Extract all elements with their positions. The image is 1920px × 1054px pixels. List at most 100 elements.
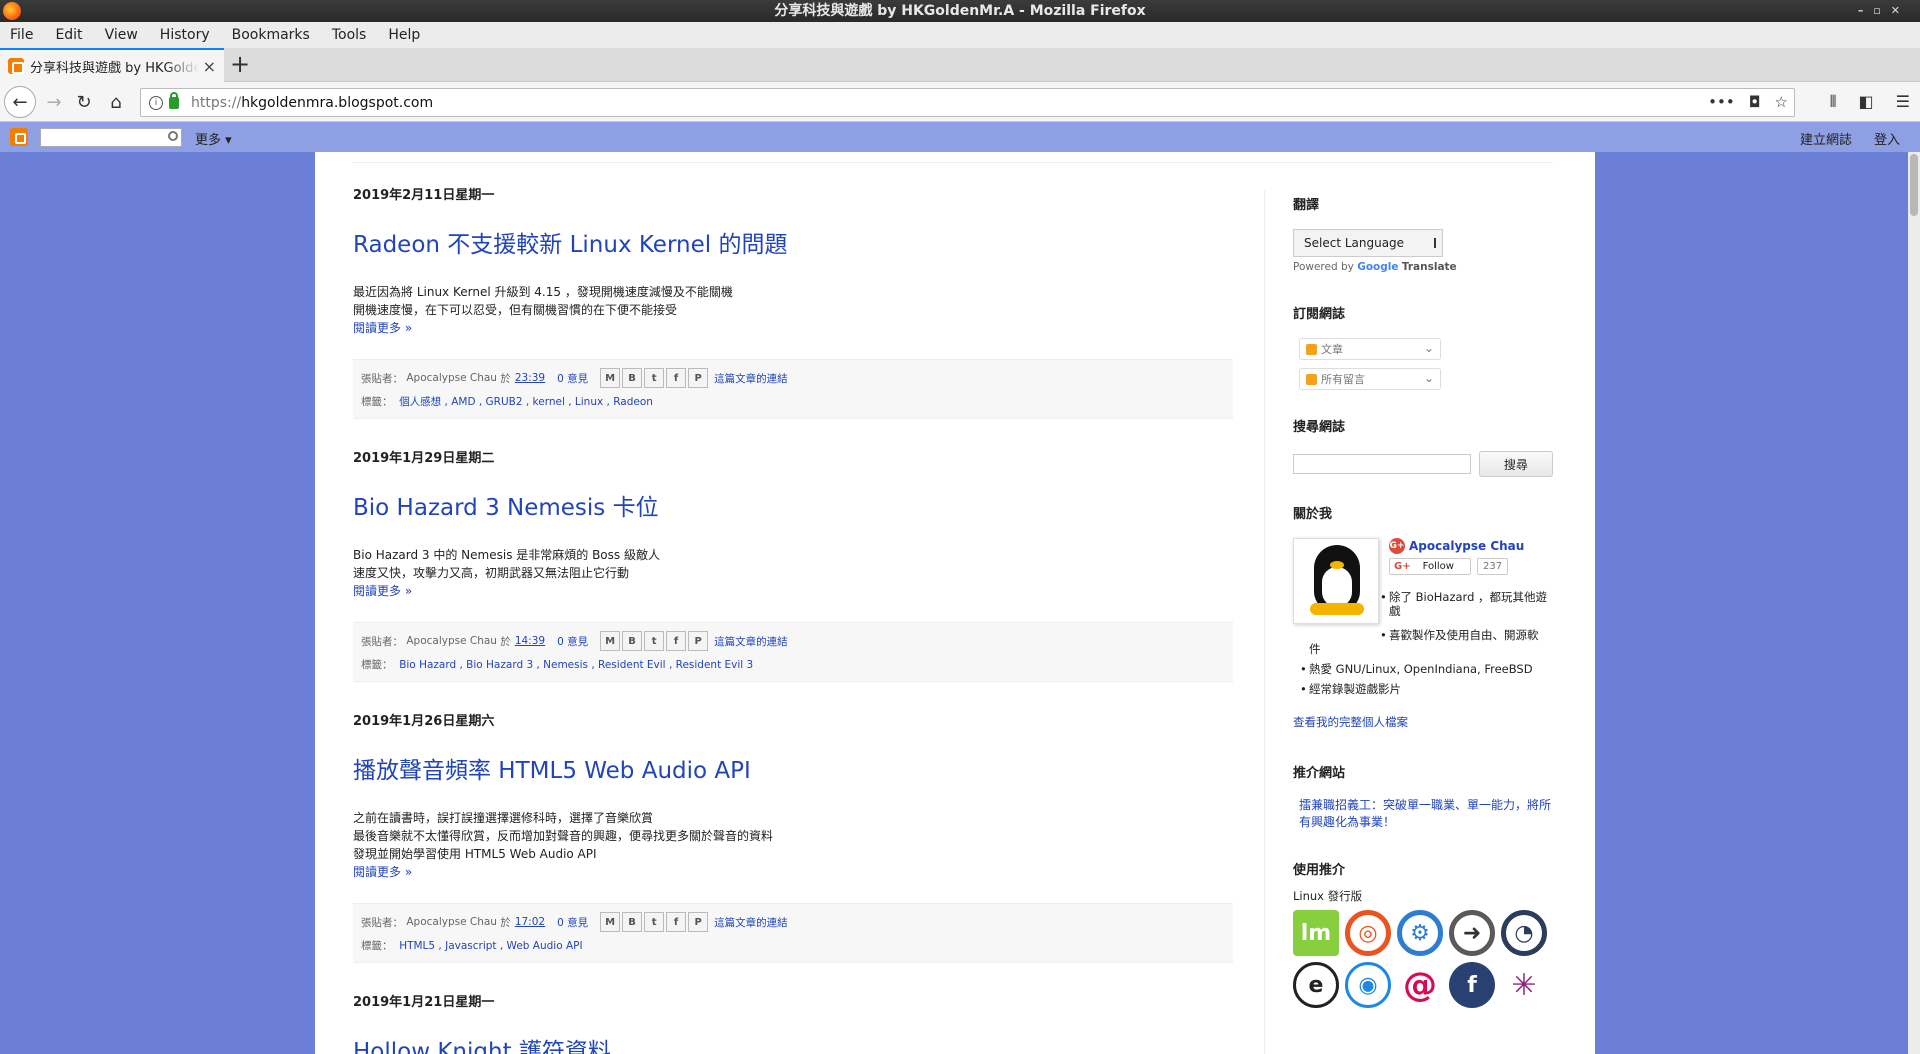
widget-title: 翻譯 — [1293, 198, 1320, 213]
post-time-link[interactable]: 23:39 — [515, 372, 545, 384]
menu-file[interactable]: File — [10, 27, 33, 43]
sidebar-icon[interactable]: ◧ — [1859, 92, 1874, 112]
comments-feed-dropdown[interactable]: 所有留言 ⌄ — [1299, 368, 1441, 390]
full-profile-link[interactable]: 查看我的完整個人檔案 — [1293, 714, 1408, 730]
kubuntu-icon[interactable]: ⚙ — [1397, 910, 1443, 956]
pinterest-share-icon[interactable]: P — [688, 368, 709, 388]
blog-this-icon[interactable]: B — [622, 368, 643, 388]
blog-search-input[interactable] — [1293, 454, 1471, 474]
comments-link[interactable]: 0 意見 — [557, 915, 588, 930]
hamburger-menu-icon[interactable]: ☰ — [1896, 92, 1910, 112]
blogger-logo-icon[interactable] — [10, 128, 28, 146]
email-share-icon[interactable]: M — [600, 631, 621, 651]
linux-mint-icon[interactable]: lm — [1293, 910, 1339, 956]
permalink[interactable]: 這篇文章的連結 — [714, 915, 788, 930]
lock-icon[interactable] — [169, 91, 179, 109]
comments-link[interactable]: 0 意見 — [557, 634, 588, 649]
distro-icons: lm ◎ ⚙ ➜ ◔ e ◉ @ f ✳ — [1293, 910, 1553, 1008]
post-title-link[interactable]: 播放聲音頻率 HTML5 Web Audio API — [353, 751, 1233, 785]
post-title-link[interactable]: Hollow Knight 護符資料 — [353, 1032, 1233, 1054]
twitter-share-icon[interactable]: t — [644, 368, 665, 388]
search-icon[interactable] — [168, 131, 178, 141]
site-info-icon[interactable]: i — [149, 95, 163, 110]
blogger-search-input[interactable] — [40, 128, 182, 147]
menu-tools[interactable]: Tools — [332, 27, 367, 43]
post-title-link[interactable]: Bio Hazard 3 Nemesis 卡位 — [353, 488, 1233, 522]
page-scrollbar[interactable] — [1908, 152, 1920, 1054]
recommend-link[interactable]: 擂兼職招義工：突破單一職業、單一能力，將所有興趣化為事業！ — [1293, 797, 1553, 831]
blog-this-icon[interactable]: B — [622, 912, 643, 932]
post-time-link[interactable]: 17:02 — [515, 916, 545, 928]
read-more-link[interactable]: 閱讀更多 » — [353, 319, 1233, 337]
post-title-link[interactable]: Radeon 不支援較新 Linux Kernel 的問題 — [353, 225, 1233, 259]
page-actions-icon[interactable]: ••• — [1708, 93, 1735, 111]
library-icon[interactable]: ⫴ — [1830, 92, 1837, 112]
post-labels[interactable]: HTML5 , Javascript , Web Audio API — [399, 940, 582, 952]
create-blog-link[interactable]: 建立網誌 — [1800, 129, 1852, 148]
about-item: 除了 BioHazard ，都玩其他遊戲 — [1380, 590, 1553, 618]
post: 2019年1月29日星期二 Bio Hazard 3 Nemesis 卡位 Bi… — [353, 445, 1233, 682]
email-share-icon[interactable]: M — [600, 912, 621, 932]
menu-help[interactable]: Help — [388, 27, 420, 43]
tab-close-icon[interactable]: × — [203, 57, 216, 76]
window-controls[interactable]: –▫✕ — [1858, 0, 1910, 22]
more-menu[interactable]: 更多 ▾ — [195, 129, 232, 148]
menu-bookmarks[interactable]: Bookmarks — [232, 27, 310, 43]
minimize-icon[interactable]: – — [1858, 4, 1874, 17]
search-button[interactable]: 搜尋 — [1478, 451, 1553, 477]
menu-history[interactable]: History — [160, 27, 210, 43]
reload-icon[interactable]: ↻ — [70, 88, 98, 116]
chevron-down-icon[interactable]: ⌄ — [1424, 341, 1434, 355]
permalink[interactable]: 這篇文章的連結 — [714, 634, 788, 649]
new-tab-icon[interactable]: + — [230, 50, 250, 78]
debian-icon[interactable]: @ — [1397, 962, 1443, 1008]
post-time-link[interactable]: 14:39 — [515, 635, 545, 647]
posts-feed-dropdown[interactable]: 文章 ⌄ — [1299, 338, 1441, 360]
about-widget: 關於我 G+ Apocalypse Chau G+ Follow 237 • 除… — [1293, 503, 1553, 738]
google-logo[interactable]: Google — [1357, 261, 1398, 273]
centos-icon[interactable]: ✳ — [1501, 962, 1547, 1008]
menu-edit[interactable]: Edit — [55, 27, 82, 43]
read-more-link[interactable]: 閱讀更多 » — [353, 582, 1233, 600]
scrollbar-thumb[interactable] — [1910, 154, 1918, 216]
ubuntu-mate-icon[interactable]: ◔ — [1501, 910, 1547, 956]
forward-arrow-icon[interactable]: → — [40, 88, 68, 116]
blog-this-icon[interactable]: B — [622, 631, 643, 651]
follow-button[interactable]: G+ Follow — [1389, 558, 1471, 575]
comments-link[interactable]: 0 意見 — [557, 371, 588, 386]
ubuntu-server-icon[interactable]: ➜ — [1449, 910, 1495, 956]
elementary-os-icon[interactable]: e — [1293, 962, 1339, 1008]
pocket-icon[interactable]: ◘ — [1749, 93, 1761, 111]
url-bar[interactable]: i https://hkgoldenmra.blogspot.com ••• ◘… — [140, 88, 1795, 117]
login-link[interactable]: 登入 — [1874, 129, 1900, 148]
tab-active[interactable]: 分享科技與遊戲 by HKGoldenMr.A × — [0, 48, 224, 82]
close-icon[interactable]: ✕ — [1891, 4, 1910, 17]
pinterest-share-icon[interactable]: P — [688, 912, 709, 932]
post-date: 2019年1月29日星期二 — [353, 451, 495, 466]
fedora-icon[interactable]: f — [1449, 962, 1495, 1008]
post-labels[interactable]: Bio Hazard , Bio Hazard 3 , Nemesis , Re… — [399, 659, 753, 671]
home-icon[interactable]: ⌂ — [102, 88, 130, 116]
twitter-share-icon[interactable]: t — [644, 912, 665, 932]
ubuntu-icon[interactable]: ◎ — [1345, 910, 1391, 956]
email-share-icon[interactable]: M — [600, 368, 621, 388]
post-labels[interactable]: 個人感想 , AMD , GRUB2 , kernel , Linux , Ra… — [399, 396, 653, 408]
read-more-link[interactable]: 閱讀更多 » — [353, 863, 1233, 881]
opensuse-icon[interactable]: ◉ — [1345, 962, 1391, 1008]
maximize-icon[interactable]: ▫ — [1873, 4, 1890, 17]
profile-name-link[interactable]: Apocalypse Chau — [1409, 539, 1524, 553]
profile-name[interactable]: G+ Apocalypse Chau — [1389, 538, 1524, 554]
feed-label: 文章 — [1321, 343, 1343, 356]
twitter-share-icon[interactable]: t — [644, 631, 665, 651]
pinterest-share-icon[interactable]: P — [688, 631, 709, 651]
permalink[interactable]: 這篇文章的連結 — [714, 371, 788, 386]
chevron-down-icon[interactable]: ⌄ — [1424, 371, 1434, 385]
facebook-share-icon[interactable]: f — [666, 631, 687, 651]
facebook-share-icon[interactable]: f — [666, 912, 687, 932]
menu-view[interactable]: View — [105, 27, 138, 43]
translate-link[interactable]: Translate — [1402, 261, 1457, 273]
language-select[interactable]: Select Language — [1293, 229, 1443, 257]
facebook-share-icon[interactable]: f — [666, 368, 687, 388]
bookmark-star-icon[interactable]: ☆ — [1775, 93, 1788, 111]
back-arrow-icon[interactable]: ← — [4, 86, 36, 118]
